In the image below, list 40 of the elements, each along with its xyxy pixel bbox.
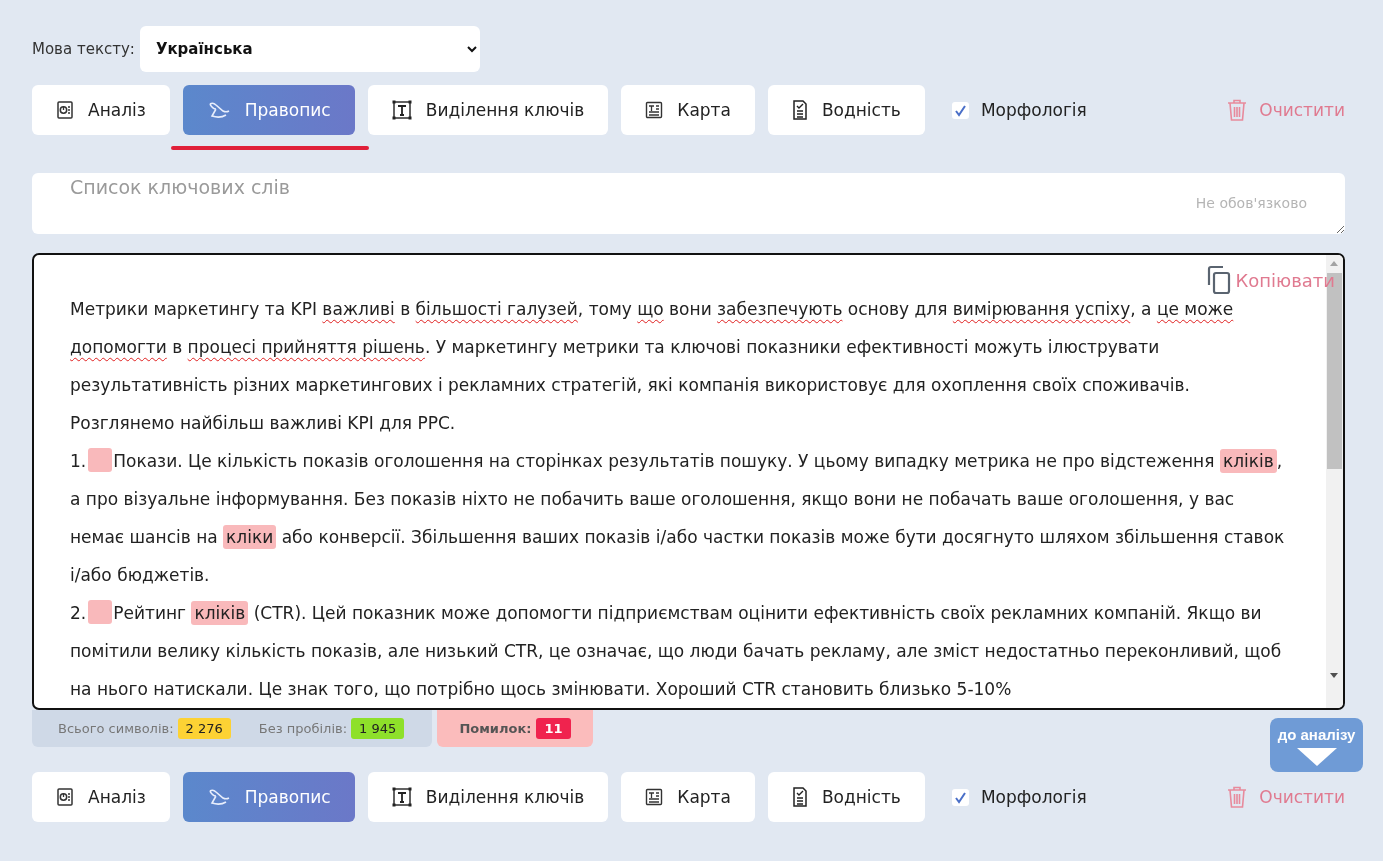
text-document-icon: [645, 101, 664, 119]
trash-icon: [1227, 99, 1248, 121]
no-spaces-count: 1 945: [351, 718, 405, 739]
tool-tab[interactable]: Аналіз: [32, 85, 170, 135]
highlight-mark: [88, 448, 113, 472]
tool-tab[interactable]: Виділення ключів: [367, 85, 609, 135]
morphology-label: Морфологія: [980, 787, 1087, 807]
text-paragraph: 2. Рейтинг кліків (CTR). Цей показник може допомогти підприємствам оцінити ефективність своїх рекламних компаній. Якщо ви помітили велику кількість показів, але низький CTR, це означає, що люди бачать рекламу, але зміст недостатньо переконливий, щоб на нього натискали. Це знак того, що потрібно щось змінювати. Хороший CTR становить близько 5-10%: [70, 594, 1287, 708]
morphology-checkbox[interactable]: [951, 101, 969, 119]
chart-document-icon: [56, 101, 74, 119]
errors-label: Помилок:: [459, 721, 532, 736]
language-select[interactable]: Українська: [139, 26, 480, 72]
text-paragraph: Метрики маркетингу та KPI важливі в більшості галузей, тому що вони забезпечують основу для вимірювання успіху, а це може допомогти в процесі прийняття рішень. У маркетингу метрики та ключові показники ефективності можуть ілюструвати результативність різних маркетингових і рекламних стратегій, які компанія використовує для охоплення своїх споживачів. Розглянемо найбільш важливі KPI для PPC.: [70, 298, 1235, 435]
text-frame-icon: [391, 787, 412, 807]
text-frame-icon: [391, 100, 412, 120]
down-triangle-icon: [1296, 748, 1337, 766]
total-count: 2 276: [177, 718, 231, 739]
errors-count: 11: [536, 718, 571, 739]
optional-hint: Не обов'язково: [1195, 195, 1307, 211]
morphology-checkbox[interactable]: [951, 788, 969, 806]
morphology-label: Морфологія: [980, 100, 1087, 120]
tool-tab[interactable]: Карта: [621, 85, 755, 135]
checklist-icon: [791, 100, 808, 120]
highlight-mark: [88, 600, 113, 624]
trash-icon: [1227, 786, 1248, 808]
text-paragraph: 1. Покази. Це кількість показів оголошення на сторінках результатів пошуку. У цьому випадку метрика не про відстеження кліків , а про візуальне інформування. Без показів ніхто не побачить ваше оголошення, якщо вони не побачать ваше оголошення, у вас немає шансів на кліки або конверсії. Збільшення ваших показів і/або частки показів може бути досягнуто шляхом збільшення ставок і/або бюджетів.: [70, 442, 1287, 594]
tool-tab[interactable]: Водність: [767, 772, 925, 822]
tool-tab[interactable]: Водність: [767, 85, 925, 135]
tool-tab[interactable]: Аналіз: [32, 772, 170, 822]
total-label: Всього символів:: [58, 721, 174, 736]
hand-pen-icon: [206, 100, 231, 120]
hand-pen-icon: [206, 787, 231, 807]
text-document-icon: [645, 788, 664, 806]
no-spaces-label: Без пробілів:: [258, 721, 348, 736]
language-label: Мова тексту:: [32, 40, 135, 58]
tool-tab[interactable]: Виділення ключів: [367, 772, 609, 822]
tool-tab[interactable]: Карта: [621, 772, 755, 822]
tool-tab[interactable]: Правопис: [182, 772, 355, 822]
chart-document-icon: [56, 788, 74, 806]
checklist-icon: [791, 787, 808, 807]
